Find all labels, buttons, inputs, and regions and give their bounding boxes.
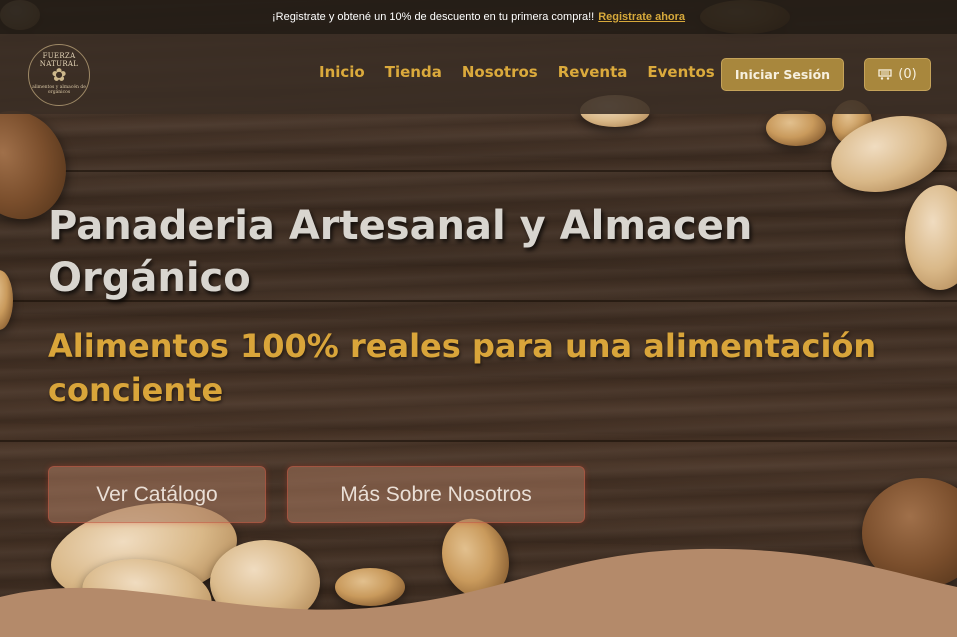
view-catalog-button[interactable]: Ver Catálogo — [48, 466, 266, 523]
wave-divider — [0, 548, 957, 637]
nav-item-nosotros[interactable]: Nosotros — [462, 63, 538, 81]
about-us-button[interactable]: Más Sobre Nosotros — [287, 466, 585, 523]
bread-decoration — [766, 110, 826, 146]
navbar: FUERZA NATURAL ✿ alimentos y almacén de … — [0, 34, 957, 114]
logo-text: FUERZA NATURAL — [39, 52, 79, 68]
nav-item-tienda[interactable]: Tienda — [385, 63, 442, 81]
logo-subtext: alimentos y almacén de orgánicos — [32, 85, 86, 95]
nav-item-reventa[interactable]: Reventa — [558, 63, 628, 81]
register-link[interactable]: Registrate ahora — [598, 11, 685, 23]
nav-menu: Inicio Tienda Nosotros Reventa Eventos — [319, 63, 735, 81]
hero-subtitle: Alimentos 100% reales para una alimentac… — [48, 327, 877, 409]
login-button[interactable]: Iniciar Sesión — [721, 58, 844, 91]
cart-button[interactable]: (0) — [864, 58, 931, 91]
cart-count: (0) — [898, 67, 917, 82]
wood-plank-line — [0, 170, 957, 172]
hero-title: Panaderia Artesanal y Almacen Orgánico — [48, 203, 753, 301]
promo-bar: ¡Registrate y obtené un 10% de descuento… — [0, 0, 957, 34]
nav-item-eventos[interactable]: Eventos — [647, 63, 714, 81]
nav-item-inicio[interactable]: Inicio — [319, 63, 365, 81]
promo-text: ¡Registrate y obtené un 10% de descuento… — [271, 11, 595, 23]
wood-plank-line — [0, 440, 957, 442]
logo[interactable]: FUERZA NATURAL ✿ alimentos y almacén de … — [28, 44, 90, 106]
cart-icon — [878, 69, 892, 80]
